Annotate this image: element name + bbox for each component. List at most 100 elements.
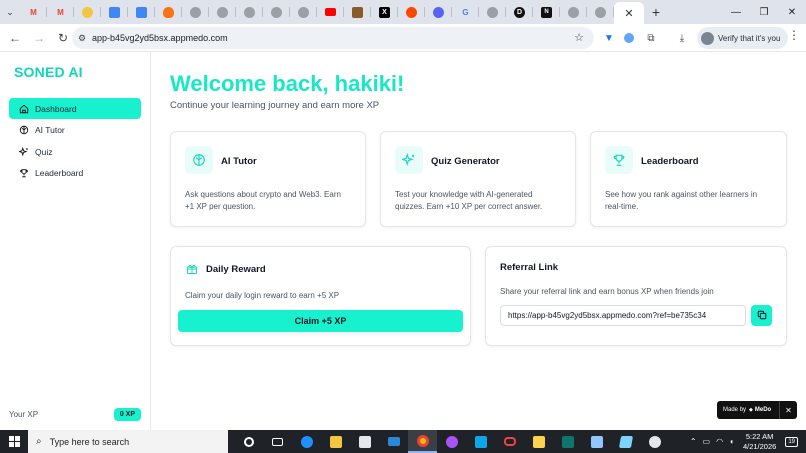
vscode-icon[interactable]: [466, 430, 495, 453]
tab-active[interactable]: ✕: [614, 2, 644, 24]
tab-gmail-2[interactable]: M: [47, 0, 74, 24]
new-tab-button[interactable]: +: [644, 4, 668, 20]
globe-icon: [487, 6, 498, 18]
site-icon: [82, 6, 93, 18]
brand-logo[interactable]: SONED AI: [14, 64, 83, 80]
close-tab-icon[interactable]: ✕: [624, 7, 633, 20]
tab-d[interactable]: D: [506, 0, 533, 24]
tab-x[interactable]: X: [371, 0, 398, 24]
reload-icon[interactable]: ↻: [52, 27, 74, 49]
tab-n[interactable]: N: [533, 0, 560, 24]
volume-icon[interactable]: ◖: [729, 437, 734, 446]
brain-icon: [19, 125, 29, 135]
docs-icon: [109, 6, 120, 18]
wifi-icon[interactable]: ◠: [716, 437, 723, 446]
tab-globe-3[interactable]: [236, 0, 263, 24]
tab-globe[interactable]: [182, 0, 209, 24]
back-arrow-icon[interactable]: ←: [4, 27, 26, 49]
tab-youtube[interactable]: [317, 0, 344, 24]
notes-icon[interactable]: [524, 430, 553, 453]
extension-circle-icon[interactable]: [620, 28, 638, 48]
close-window-icon[interactable]: ✕: [778, 0, 806, 24]
tab-globe-4[interactable]: [263, 0, 290, 24]
reddit-icon: [406, 6, 417, 18]
tab-docs[interactable]: [101, 0, 128, 24]
chevron-up-icon[interactable]: ⌃: [690, 437, 697, 446]
sidebar-item-dashboard[interactable]: Dashboard: [9, 98, 141, 119]
tab-app[interactable]: [344, 0, 371, 24]
taskbar-search-input[interactable]: ⌕ Type here to search: [28, 430, 228, 453]
terminal-icon[interactable]: [553, 430, 582, 453]
taskbar: ⌕ Type here to search ⌃ ▭ ◠ ◖ 5:22 AM 4/…: [0, 430, 806, 453]
cortana-icon[interactable]: [234, 430, 263, 453]
n-logo-icon: N: [541, 6, 552, 18]
main-content: Welcome back, hakiki! Continue your lear…: [151, 52, 806, 430]
tab-fire[interactable]: [155, 0, 182, 24]
tab-gear[interactable]: [560, 0, 587, 24]
github-icon[interactable]: [437, 430, 466, 453]
download-icon[interactable]: ⤓: [673, 28, 691, 48]
settings-icon: [568, 6, 579, 18]
made-by-badge[interactable]: Made by ◆ MeDo ✕: [717, 401, 797, 419]
extensions-puzzle-icon[interactable]: ⧉: [642, 28, 660, 48]
tab-globe-5[interactable]: [290, 0, 317, 24]
tab-globe-7[interactable]: [587, 0, 614, 24]
notification-icon[interactable]: 19: [785, 436, 798, 447]
x-logo-icon: X: [379, 6, 390, 18]
sidebar-item-quiz[interactable]: Quiz: [9, 141, 141, 162]
youtube-icon: [325, 8, 336, 16]
app-red-icon[interactable]: [495, 430, 524, 453]
claim-reward-button[interactable]: Claim +5 XP: [178, 310, 463, 332]
battery-icon[interactable]: ▭: [703, 437, 711, 446]
forward-arrow-icon[interactable]: →: [28, 27, 50, 49]
file-explorer-icon[interactable]: [321, 430, 350, 453]
tab-search-chevron-icon[interactable]: ⌄: [0, 0, 20, 24]
notification-count: 19: [785, 436, 798, 447]
tab-reddit[interactable]: [398, 0, 425, 24]
copy-link-button[interactable]: [751, 305, 772, 326]
sidebar-item-ai-tutor[interactable]: AI Tutor: [9, 120, 141, 141]
close-badge-icon[interactable]: ✕: [779, 401, 797, 419]
sidebar-item-label: Dashboard: [35, 103, 77, 114]
notepad-icon[interactable]: [611, 430, 640, 453]
address-bar[interactable]: ⚙ app-b45vg2yd5bsx.appmedo.com ☆: [72, 27, 594, 49]
tab-globe-6[interactable]: [479, 0, 506, 24]
sidebar-item-label: AI Tutor: [35, 125, 65, 135]
chrome-profile-icon[interactable]: [640, 430, 669, 453]
remote-icon[interactable]: [582, 430, 611, 453]
tab-chat[interactable]: [425, 0, 452, 24]
tab-globe-2[interactable]: [209, 0, 236, 24]
referral-link-input[interactable]: [500, 305, 746, 326]
edge-icon[interactable]: [292, 430, 321, 453]
globe-icon: [271, 6, 282, 18]
sidebar-item-leaderboard[interactable]: Leaderboard: [9, 163, 141, 184]
profile-verify-button[interactable]: Verify that it's you: [697, 27, 789, 49]
tab-docs-2[interactable]: [128, 0, 155, 24]
bookmark-star-icon[interactable]: ☆: [574, 31, 584, 44]
gift-icon: [186, 262, 198, 280]
search-icon: ⌕: [36, 436, 42, 447]
extension-shield-icon[interactable]: ▼: [600, 28, 618, 48]
mail-icon[interactable]: [379, 430, 408, 453]
task-view-icon[interactable]: [263, 430, 292, 453]
feature-card-ai-tutor[interactable]: AI Tutor Ask questions about crypto and …: [170, 131, 366, 227]
xp-label: Your XP: [9, 409, 39, 419]
globe-icon: [217, 6, 228, 18]
clock-date: 4/21/2026: [742, 441, 777, 451]
address-url[interactable]: app-b45vg2yd5bsx.appmedo.com: [92, 33, 228, 43]
tab-site[interactable]: [74, 0, 101, 24]
browser-menu-icon[interactable]: ⋮: [788, 28, 800, 42]
site-info-icon[interactable]: ⚙: [72, 33, 92, 44]
gmail-icon: M: [30, 7, 37, 17]
minimize-icon[interactable]: —: [722, 0, 750, 24]
restore-icon[interactable]: ❐: [750, 0, 778, 24]
card-title: Leaderboard: [641, 156, 699, 167]
chrome-icon[interactable]: [408, 430, 437, 453]
tab-google[interactable]: G: [452, 0, 479, 24]
system-clock[interactable]: 5:22 AM 4/21/2026: [743, 432, 776, 452]
store-icon[interactable]: [350, 430, 379, 453]
feature-card-leaderboard[interactable]: Leaderboard See how you rank against oth…: [590, 131, 787, 227]
feature-card-quiz-generator[interactable]: Quiz Generator Test your knowledge with …: [380, 131, 576, 227]
tab-gmail[interactable]: M: [20, 0, 47, 24]
windows-start-icon[interactable]: [0, 430, 28, 453]
